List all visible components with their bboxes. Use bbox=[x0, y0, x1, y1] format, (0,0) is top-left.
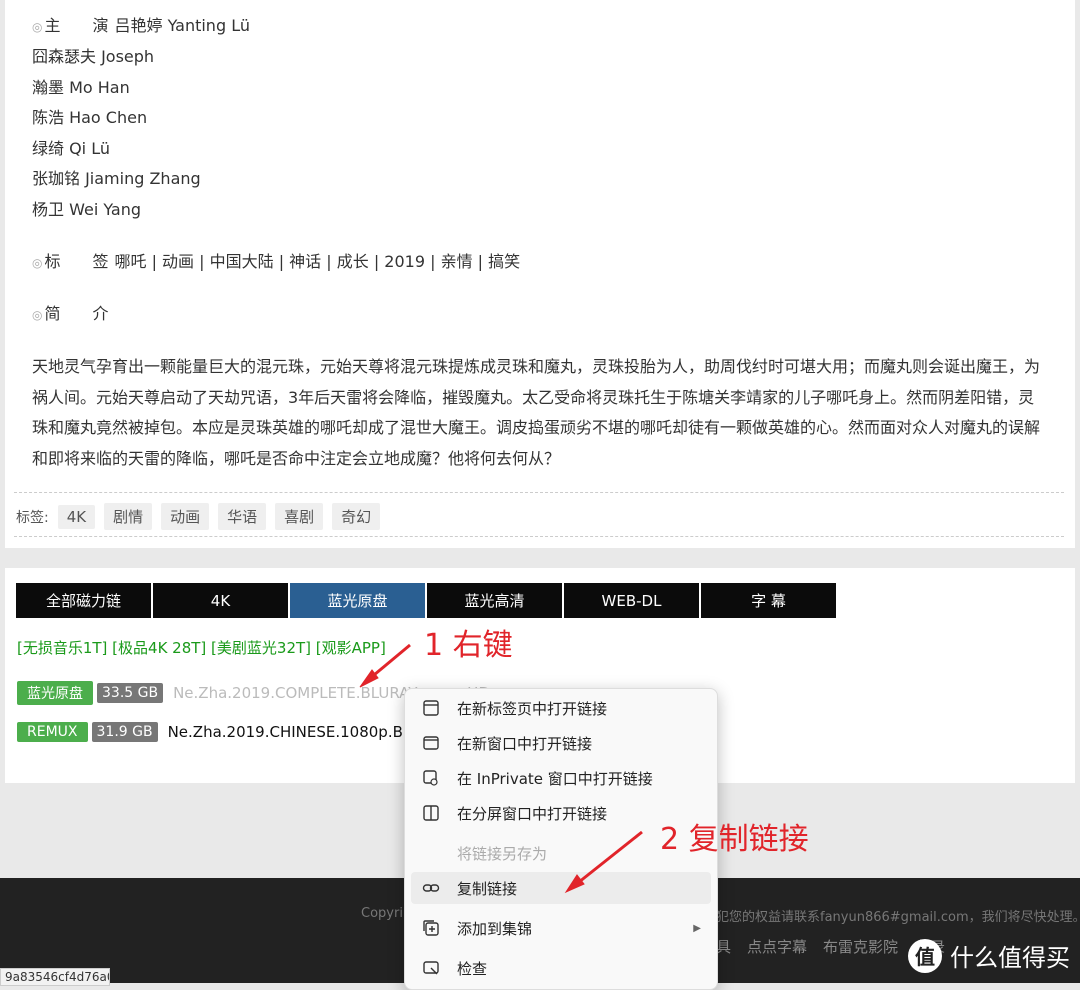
annotation-arrow-1 bbox=[359, 643, 411, 688]
annotation-arrow-2 bbox=[564, 830, 643, 894]
annotation-arrows bbox=[359, 643, 643, 894]
